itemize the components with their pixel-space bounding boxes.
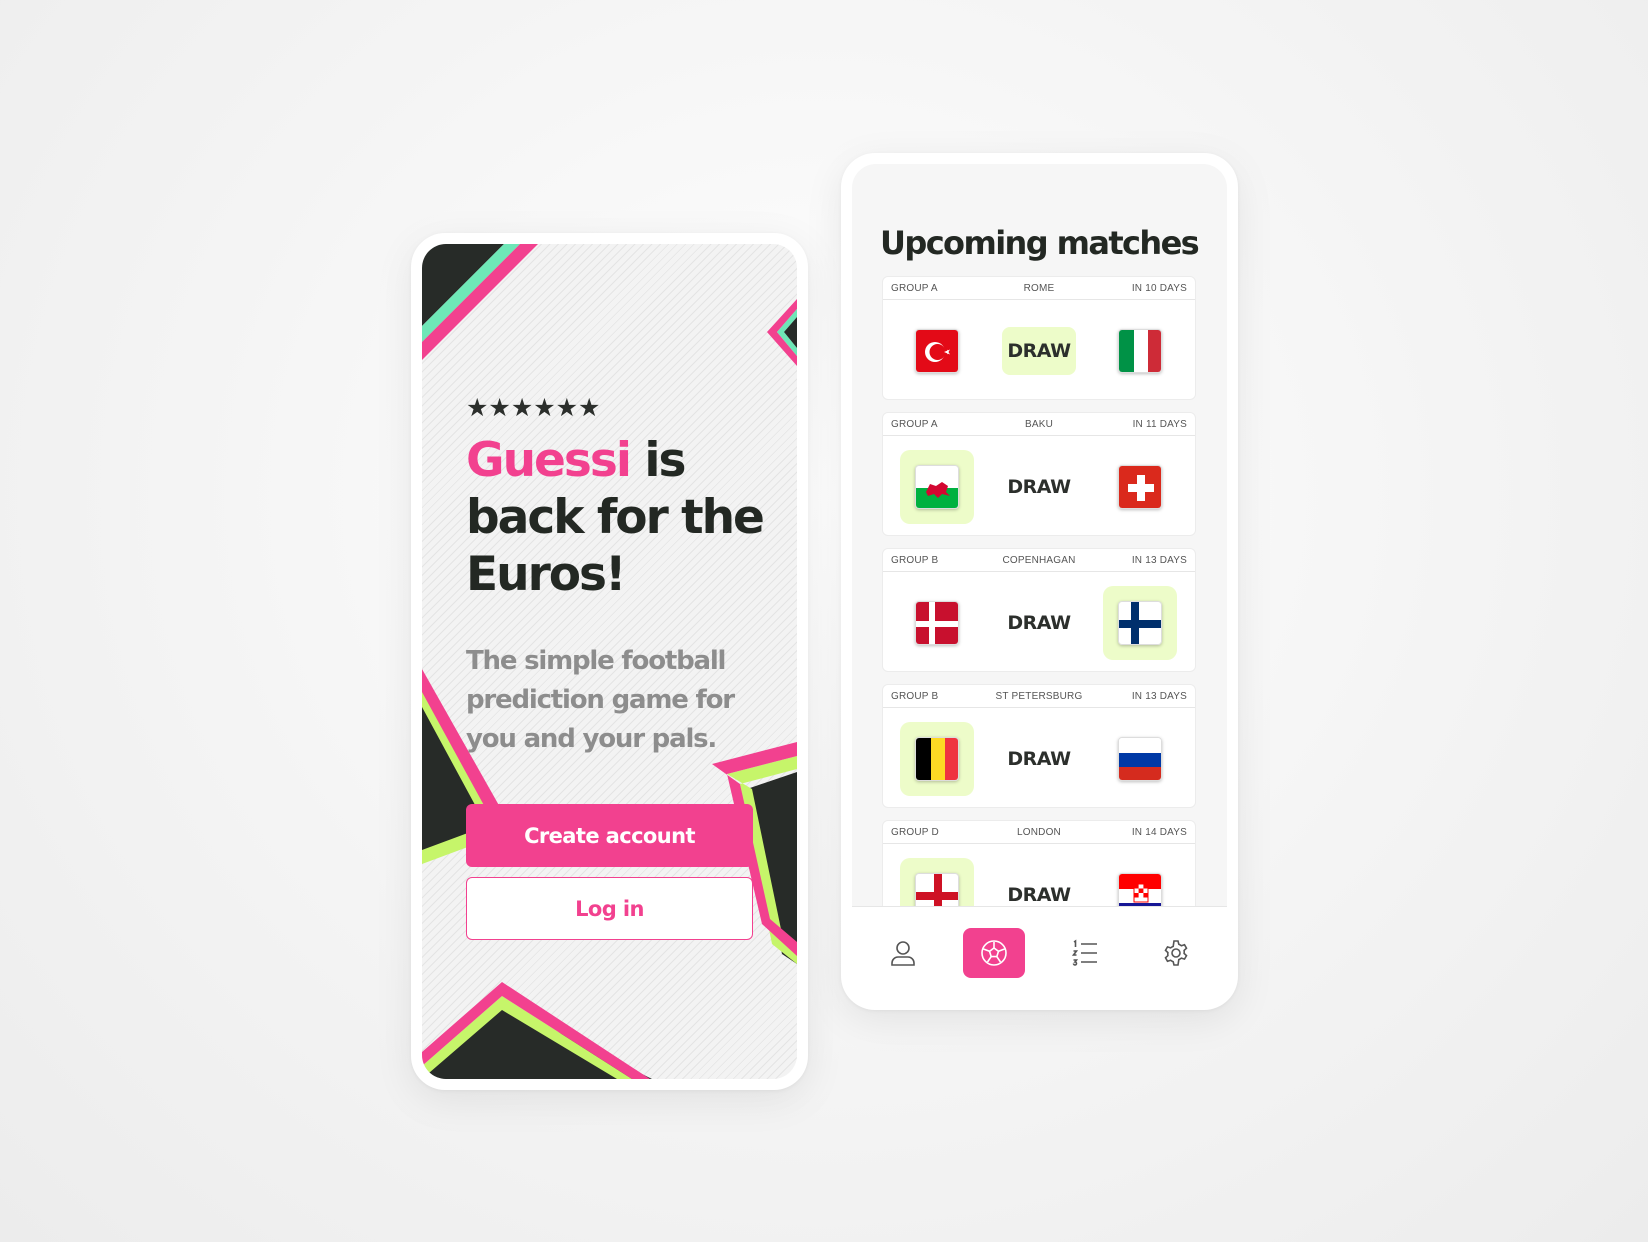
match-group: GROUP A <box>891 418 938 430</box>
match-when: IN 10 DAYS <box>1131 282 1187 294</box>
leaderboard-icon <box>1071 939 1097 966</box>
away-team-option[interactable] <box>1103 858 1177 906</box>
match-header: GROUP B COPENHAGAN IN 13 DAYS <box>883 549 1195 572</box>
draw-label: DRAW <box>1007 476 1071 498</box>
away-team-option[interactable] <box>1103 586 1177 660</box>
italy-flag-icon <box>1118 329 1162 373</box>
draw-label: DRAW <box>1007 748 1071 770</box>
nav-profile[interactable] <box>872 928 934 978</box>
nav-matches[interactable] <box>963 928 1026 978</box>
bottom-nav <box>852 906 1227 999</box>
welcome-screen: ★★★★★★ Guessi is back for the Euros! The… <box>422 244 797 1079</box>
croatia-flag-icon <box>1118 873 1162 906</box>
login-button[interactable]: Log in <box>466 877 753 940</box>
match-when: IN 13 DAYS <box>1131 690 1187 702</box>
match-card: GROUP B COPENHAGAN IN 13 DAYS DRAW <box>882 548 1196 672</box>
hero-subtitle: The simple football prediction game for … <box>466 646 735 754</box>
match-group: GROUP B <box>891 690 939 702</box>
page-title: Upcoming matches <box>880 224 1200 262</box>
england-flag-icon <box>915 873 959 906</box>
welcome-phone: ★★★★★★ Guessi is back for the Euros! The… <box>411 233 808 1090</box>
match-when: IN 14 DAYS <box>1131 826 1187 838</box>
home-team-option[interactable] <box>900 858 974 906</box>
nav-leaderboard[interactable] <box>1054 928 1116 978</box>
match-card: GROUP A BAKU IN 11 DAYS DRAW <box>882 412 1196 536</box>
match-when: IN 13 DAYS <box>1131 554 1187 566</box>
match-when: IN 11 DAYS <box>1132 418 1187 430</box>
match-group: GROUP A <box>891 282 938 294</box>
draw-option[interactable]: DRAW <box>1002 858 1076 906</box>
football-icon <box>981 940 1007 966</box>
draw-label: DRAW <box>1007 884 1071 906</box>
home-team-option[interactable] <box>900 722 974 796</box>
match-city: COPENHAGAN <box>1002 554 1076 566</box>
hero-title: Guessi is back for the Euros! <box>466 432 766 603</box>
match-city: ST PETERSBURG <box>995 690 1083 702</box>
away-team-option[interactable] <box>1103 450 1177 524</box>
match-card: GROUP A ROME IN 10 DAYS DRAW <box>882 276 1196 400</box>
settings-icon <box>1164 940 1188 966</box>
home-team-option[interactable] <box>900 586 974 660</box>
match-card: GROUP D LONDON IN 14 DAYS DRAW <box>882 820 1196 906</box>
match-header: GROUP B ST PETERSBURG IN 13 DAYS <box>883 685 1195 708</box>
match-header: GROUP A BAKU IN 11 DAYS <box>883 413 1195 436</box>
draw-label: DRAW <box>1007 340 1071 362</box>
draw-option[interactable]: DRAW <box>1002 722 1076 796</box>
match-header: GROUP D LONDON IN 14 DAYS <box>883 821 1195 844</box>
wales-flag-icon <box>915 465 959 509</box>
away-team-option[interactable] <box>1103 722 1177 796</box>
finland-flag-icon <box>1118 601 1162 645</box>
match-city: ROME <box>1023 282 1055 294</box>
draw-option[interactable]: DRAW <box>1002 450 1076 524</box>
matches-screen: Upcoming matches GROUP A ROME IN 10 DAYS <box>852 164 1227 999</box>
belgium-flag-icon <box>915 737 959 781</box>
draw-option[interactable]: DRAW <box>1002 586 1076 660</box>
match-list[interactable]: GROUP A ROME IN 10 DAYS DRAW GROUP A BAK… <box>882 276 1196 906</box>
nav-settings[interactable] <box>1145 928 1207 978</box>
match-group: GROUP B <box>891 554 939 566</box>
switzerland-flag-icon <box>1118 465 1162 509</box>
away-team-option[interactable] <box>1103 314 1177 388</box>
draw-label: DRAW <box>1007 612 1071 634</box>
rating-stars: ★★★★★★ <box>466 394 601 422</box>
profile-icon <box>891 941 916 966</box>
matches-phone: Upcoming matches GROUP A ROME IN 10 DAYS <box>841 153 1238 1010</box>
match-header: GROUP A ROME IN 10 DAYS <box>883 277 1195 300</box>
match-city: BAKU <box>1024 418 1054 430</box>
denmark-flag-icon <box>915 601 959 645</box>
draw-option[interactable]: DRAW <box>1002 327 1076 375</box>
create-account-button[interactable]: Create account <box>466 804 753 867</box>
home-team-option[interactable] <box>900 314 974 388</box>
brand-name: Guessi <box>466 433 632 488</box>
match-group: GROUP D <box>891 826 939 838</box>
turkey-flag-icon <box>915 329 959 373</box>
match-card: GROUP B ST PETERSBURG IN 13 DAYS DRAW <box>882 684 1196 808</box>
home-team-option[interactable] <box>900 450 974 524</box>
match-city: LONDON <box>1017 826 1061 838</box>
russia-flag-icon <box>1118 737 1162 781</box>
